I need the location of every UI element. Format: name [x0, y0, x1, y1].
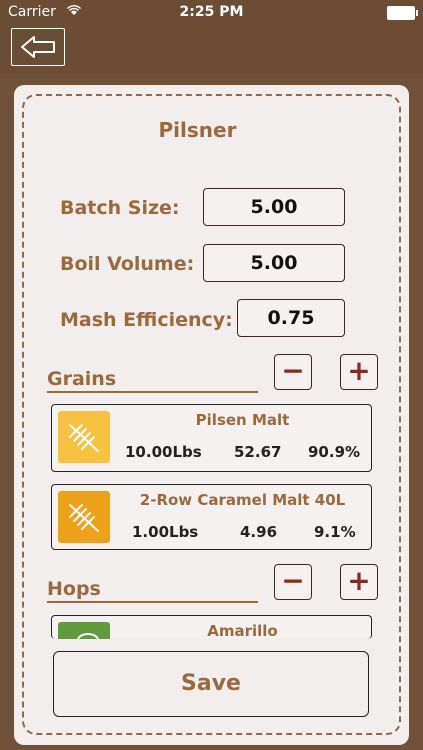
save-button[interactable]: Save: [53, 651, 369, 717]
grain-value: 52.67: [234, 443, 282, 461]
back-arrow-icon: [21, 36, 55, 58]
wheat-icon: [58, 491, 110, 543]
hop-name: Amarillo: [207, 622, 278, 639]
nav-bar: [0, 26, 423, 74]
hop-item[interactable]: Amarillo: [51, 615, 372, 639]
clock: 2:25 PM: [179, 4, 244, 20]
add-grain-button[interactable]: +: [340, 354, 378, 390]
grain-name: 2-Row Caramel Malt 40L: [139, 491, 346, 509]
hops-underline: [47, 601, 258, 603]
grains-heading: Grains: [47, 368, 117, 390]
grain-percent: 90.9%: [308, 443, 361, 461]
back-button[interactable]: [11, 28, 65, 66]
battery-icon: [387, 6, 418, 20]
boil-volume-label: Boil Volume:: [60, 253, 195, 275]
grain-item[interactable]: 2-Row Caramel Malt 40L 1.00Lbs 4.96 9.1%: [51, 484, 372, 550]
hop-icon: [58, 622, 110, 639]
grain-item[interactable]: Pilsen Malt 10.00Lbs 52.67 90.9%: [51, 404, 372, 472]
recipe-title: Pilsner: [158, 118, 237, 142]
grain-name: Pilsen Malt: [195, 411, 290, 429]
remove-hop-button[interactable]: −: [274, 564, 312, 600]
remove-grain-button[interactable]: −: [274, 354, 312, 390]
mash-efficiency-field[interactable]: 0.75: [237, 299, 345, 337]
batch-size-label: Batch Size:: [60, 197, 180, 219]
boil-volume-field[interactable]: 5.00: [203, 244, 345, 282]
grains-underline: [47, 391, 258, 393]
mash-efficiency-label: Mash Efficiency:: [60, 309, 233, 331]
status-bar: Carrier 2:25 PM: [0, 0, 423, 26]
grain-percent: 9.1%: [314, 523, 356, 541]
grain-value: 4.96: [240, 523, 278, 541]
grain-weight: 1.00Lbs: [132, 523, 199, 541]
hops-heading: Hops: [47, 578, 101, 600]
add-hop-button[interactable]: +: [340, 564, 378, 600]
batch-size-field[interactable]: 5.00: [203, 188, 345, 226]
grain-weight: 10.00Lbs: [125, 443, 202, 461]
wheat-icon: [58, 411, 110, 463]
